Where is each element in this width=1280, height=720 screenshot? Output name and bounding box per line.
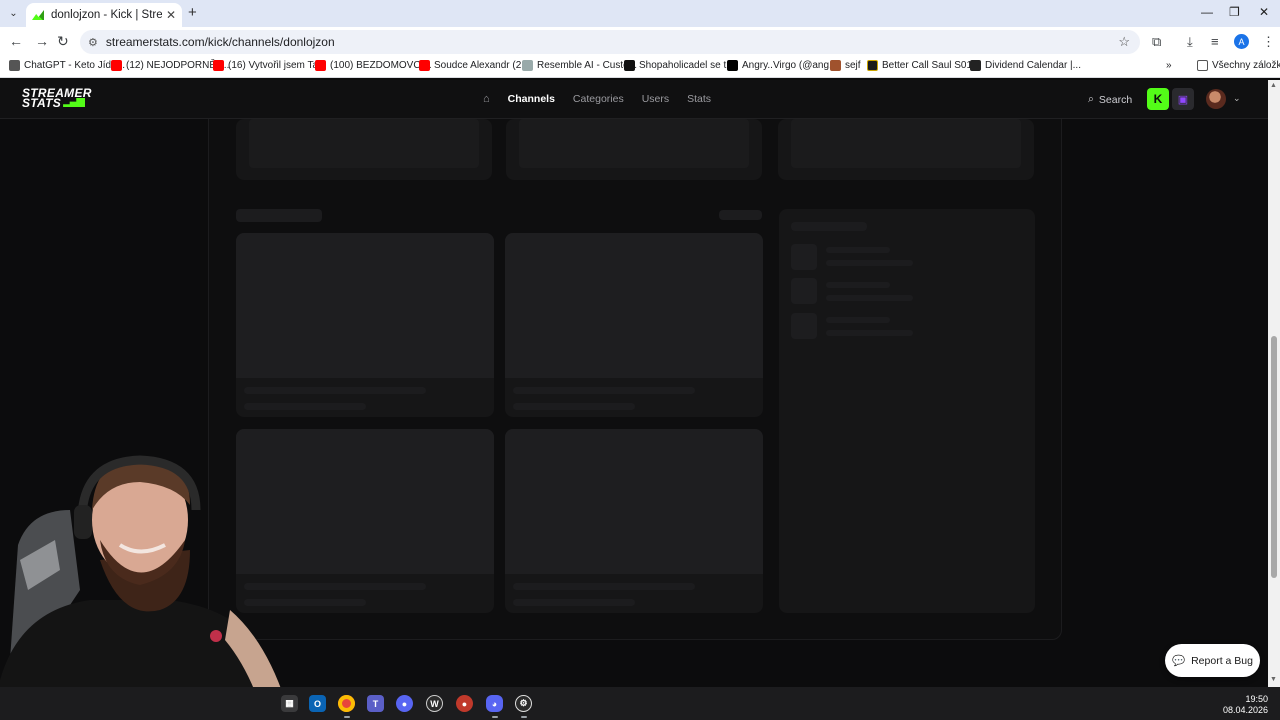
twitch-icon: ▣ bbox=[1177, 93, 1189, 106]
skeleton-video-card bbox=[505, 233, 763, 417]
skeleton-video-card bbox=[505, 429, 763, 613]
skeleton-card bbox=[506, 119, 762, 180]
tab-title: donlojzon - Kick | StreamerStats bbox=[51, 9, 162, 21]
bookmark-item[interactable]: (12) NEJODPORNĚJ... bbox=[111, 60, 229, 71]
all-bookmarks-folder[interactable]: Všechny záložky bbox=[1197, 60, 1280, 71]
steam-icon[interactable]: ⚙ bbox=[515, 695, 532, 712]
youtube-icon bbox=[213, 60, 224, 71]
skeleton-card bbox=[236, 119, 492, 180]
signal-icon[interactable]: ● bbox=[396, 695, 413, 712]
tab-search-icon[interactable]: ⌄ bbox=[5, 5, 22, 22]
forward-arrow-icon[interactable]: → bbox=[35, 33, 49, 49]
skeleton-card bbox=[778, 119, 1034, 180]
scroll-down-icon[interactable]: ▼ bbox=[1270, 676, 1277, 683]
bookmark-item[interactable]: (16) Vytvořil jsem Ta... bbox=[213, 60, 326, 71]
tiktok-icon bbox=[727, 60, 738, 71]
bookmark-item[interactable]: Dividend Calendar |... bbox=[970, 60, 1081, 71]
scrollbar-thumb[interactable] bbox=[1271, 336, 1277, 578]
streamerstats-logo[interactable]: STREAMER STATS bbox=[22, 87, 92, 109]
url-text: streamerstats.com/kick/channels/donlojzo… bbox=[105, 35, 335, 49]
scroll-up-icon[interactable]: ▲ bbox=[1270, 82, 1277, 89]
resemble-icon bbox=[522, 60, 533, 71]
restore-icon[interactable]: ❐ bbox=[1229, 5, 1240, 19]
deer-icon bbox=[830, 60, 841, 71]
menu-kebab-icon[interactable]: ⋮ bbox=[1262, 34, 1275, 50]
search-icon: ⌕ bbox=[1088, 93, 1094, 105]
skeleton-heading bbox=[236, 209, 322, 222]
chrome-icon[interactable] bbox=[338, 695, 355, 712]
home-icon[interactable]: ⌂ bbox=[483, 93, 490, 105]
folder-icon bbox=[1197, 60, 1208, 71]
page-content bbox=[0, 119, 1268, 687]
nav-stats[interactable]: Stats bbox=[687, 93, 711, 105]
active-app-indicator bbox=[344, 716, 350, 718]
taskbar-clock[interactable]: 19:50 08.04.2026 bbox=[1222, 694, 1268, 716]
kick-platform-button[interactable]: K bbox=[1147, 88, 1169, 110]
youtube-icon bbox=[315, 60, 326, 71]
youtube-icon bbox=[111, 60, 122, 71]
report-bug-button[interactable]: 💬 Report a Bug bbox=[1165, 644, 1260, 677]
discord-icon[interactable]: ◕ bbox=[486, 695, 503, 712]
browser-toolbar: ← → ↻ ⚙ streamerstats.com/kick/channels/… bbox=[0, 27, 1280, 56]
logo-bars-icon bbox=[63, 98, 86, 107]
bug-chat-icon: 💬 bbox=[1172, 655, 1186, 667]
nav-channels[interactable]: Channels bbox=[508, 93, 555, 105]
nav-users[interactable]: Users bbox=[642, 93, 669, 105]
skeleton-side-panel bbox=[779, 209, 1035, 613]
address-bar[interactable]: ⚙ streamerstats.com/kick/channels/donloj… bbox=[80, 30, 1140, 54]
bookmark-item[interactable]: Soudce Alexandr (2... bbox=[419, 60, 530, 71]
file-explorer-icon[interactable]: ▦ bbox=[281, 695, 298, 712]
dividend-icon bbox=[970, 60, 981, 71]
bookmark-star-icon[interactable]: ☆ bbox=[1118, 34, 1130, 50]
skeleton-video-card bbox=[236, 429, 494, 613]
reload-icon[interactable]: ↻ bbox=[57, 33, 69, 50]
play-icon bbox=[867, 60, 878, 71]
minimize-icon[interactable]: — bbox=[1201, 5, 1213, 19]
downloads-icon[interactable]: ⤓ bbox=[1187, 34, 1193, 50]
skeleton-link bbox=[719, 210, 762, 220]
tab-close-icon[interactable]: ✕ bbox=[166, 8, 176, 22]
profile-avatar[interactable]: A bbox=[1234, 34, 1249, 49]
site-info-icon[interactable]: ⚙ bbox=[88, 36, 98, 49]
bookmark-item[interactable]: Shopaholicadel se t... bbox=[624, 60, 735, 71]
browser-tab-bar: ⌄ donlojzon - Kick | StreamerStats ✕ + —… bbox=[0, 0, 1280, 27]
new-tab-button[interactable]: + bbox=[188, 4, 197, 21]
site-header: STREAMER STATS ⌂ Channels Categories Use… bbox=[0, 80, 1268, 119]
streamerstats-favicon-icon bbox=[32, 10, 44, 20]
bookmark-item[interactable]: sejf bbox=[830, 60, 861, 71]
bookmark-item[interactable]: Angry..Virgo (@ang... bbox=[727, 60, 837, 71]
media-queue-icon[interactable]: ≡ bbox=[1211, 34, 1219, 49]
active-app-indicator bbox=[492, 716, 498, 718]
main-nav: ⌂ Channels Categories Users Stats bbox=[483, 93, 711, 105]
window-close-icon[interactable]: ✕ bbox=[1259, 5, 1269, 19]
user-avatar[interactable] bbox=[1206, 89, 1226, 109]
os-taskbar: ▦ O T ● W ● ◕ ⚙ 19:50 08.04.2026 bbox=[0, 687, 1280, 720]
nav-categories[interactable]: Categories bbox=[573, 93, 624, 105]
active-app-indicator bbox=[521, 716, 527, 718]
twitch-platform-button[interactable]: ▣ bbox=[1172, 88, 1194, 110]
youtube-icon bbox=[419, 60, 430, 71]
skeleton-video-card bbox=[236, 233, 494, 417]
wordpress-icon[interactable]: W bbox=[426, 695, 443, 712]
teams-icon[interactable]: T bbox=[367, 695, 384, 712]
back-arrow-icon[interactable]: ← bbox=[9, 33, 23, 49]
bookmarks-overflow-icon[interactable]: » bbox=[1166, 60, 1172, 71]
chatgpt-icon bbox=[9, 60, 20, 71]
bookmark-item[interactable]: (100) BEZDOMOVCI... bbox=[315, 60, 432, 71]
app-red-icon[interactable]: ● bbox=[456, 695, 473, 712]
bookmark-item[interactable]: Better Call Saul S01... bbox=[867, 60, 980, 71]
vertical-scrollbar[interactable]: ▲ ▼ bbox=[1268, 80, 1280, 687]
bookmark-item[interactable]: ChatGPT - Keto Jíde... bbox=[9, 60, 125, 71]
bookmarks-bar: ChatGPT - Keto Jíde... (12) NEJODPORNĚJ.… bbox=[0, 56, 1280, 78]
x-icon bbox=[624, 60, 635, 71]
extensions-icon[interactable]: ⧉ bbox=[1152, 34, 1161, 50]
search-button[interactable]: ⌕ Search bbox=[1088, 93, 1132, 106]
chevron-down-icon[interactable]: ⌄ bbox=[1233, 93, 1241, 104]
outlook-icon[interactable]: O bbox=[309, 695, 326, 712]
browser-tab-active[interactable]: donlojzon - Kick | StreamerStats ✕ bbox=[26, 3, 182, 27]
bookmark-item[interactable]: Resemble AI - Custo... bbox=[522, 60, 637, 71]
